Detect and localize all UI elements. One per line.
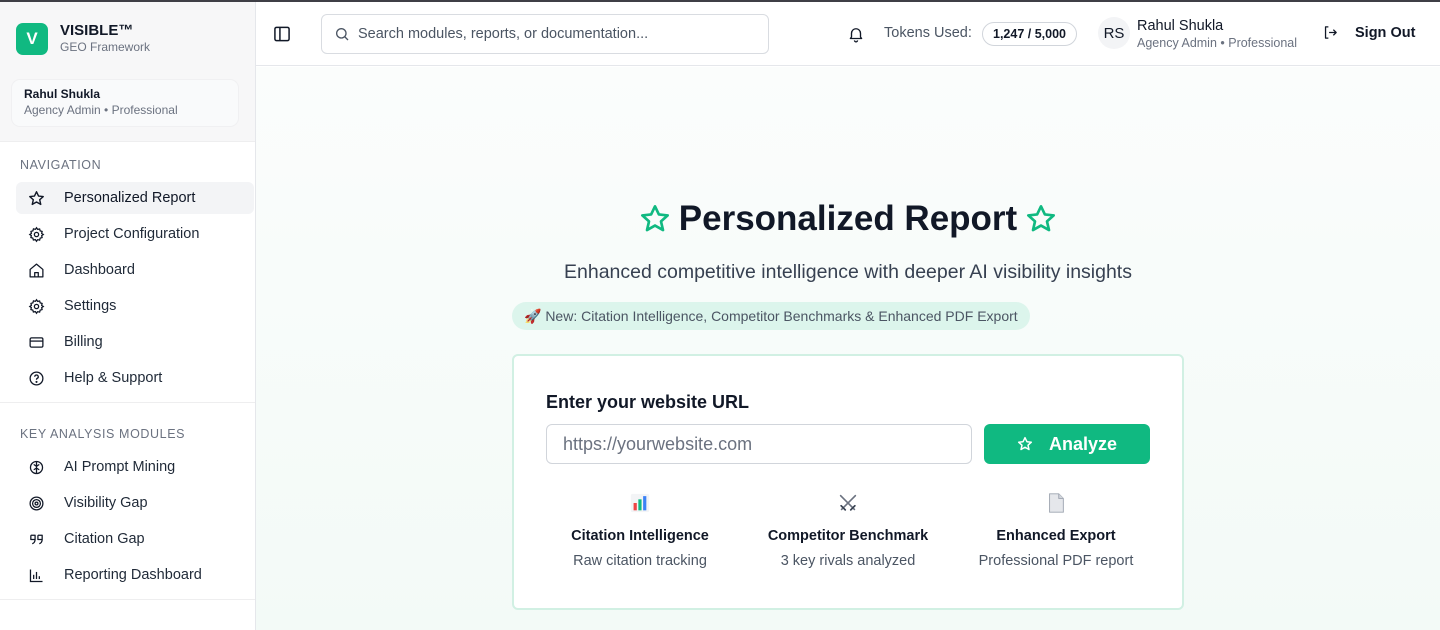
credit-card-icon: [26, 332, 46, 352]
bar-chart-icon: [26, 565, 46, 585]
bell-icon[interactable]: [847, 25, 865, 43]
feature-title: Citation Intelligence: [571, 528, 709, 544]
tokens-label: Tokens Used:: [884, 25, 972, 41]
feature-title: Competitor Benchmark: [767, 528, 929, 544]
sidebar-item-label: Project Configuration: [64, 226, 200, 242]
avatar[interactable]: RS: [1098, 17, 1130, 49]
sidebar-item-citation-gap[interactable]: Citation Gap: [16, 523, 254, 555]
sidebar-item-label: AI Prompt Mining: [64, 459, 176, 475]
sidebar-item-personalized-report[interactable]: Personalized Report: [16, 182, 254, 214]
feature-description: 3 key rivals analyzed: [780, 553, 916, 569]
sidebar-user-role: Agency Admin • Professional: [24, 103, 178, 117]
feature-description: Raw citation tracking: [573, 553, 707, 569]
sidebar-divider: [0, 599, 255, 600]
crossed-swords-icon: [748, 488, 948, 518]
search-input[interactable]: [358, 26, 758, 42]
top-header: Tokens Used: 1,247 / 5,000 RS Rahul Shuk…: [256, 2, 1440, 66]
feature-citation-intelligence: Citation Intelligence Raw citation track…: [540, 488, 740, 569]
sidebar: V VISIBLE™ GEO Framework Rahul Shukla Ag…: [0, 2, 256, 630]
star-icon: [1017, 436, 1033, 451]
star-icon: [640, 205, 669, 232]
modules-section-title: KEY ANALYSIS MODULES: [20, 427, 186, 441]
sidebar-item-settings[interactable]: Settings: [16, 290, 254, 322]
document-icon: [956, 488, 1156, 518]
sidebar-item-reporting-dashboard[interactable]: Reporting Dashboard: [16, 559, 254, 591]
sidebar-item-label: Visibility Gap: [64, 495, 148, 511]
page-subtitle: Enhanced competitive intelligence with d…: [564, 261, 1132, 283]
gear-icon: [26, 224, 46, 244]
header-user-name: Rahul Shukla: [1137, 18, 1224, 34]
sidebar-item-label: Personalized Report: [64, 190, 196, 206]
sidebar-item-visibility-gap[interactable]: Visibility Gap: [16, 487, 254, 519]
feature-enhanced-export: Enhanced Export Professional PDF report: [956, 488, 1156, 569]
sidebar-item-label: Dashboard: [64, 262, 135, 278]
search-icon: [334, 26, 350, 42]
sidebar-item-ai-prompt-mining[interactable]: AI Prompt Mining: [16, 451, 254, 483]
sidebar-item-label: Citation Gap: [64, 531, 145, 547]
sidebar-item-label: Reporting Dashboard: [64, 567, 202, 583]
brand-subtitle: GEO Framework: [60, 40, 151, 54]
gear-icon: [26, 296, 46, 316]
page-title-row: Personalized Report: [256, 199, 1440, 239]
search-box[interactable]: [321, 14, 769, 54]
brand-name: VISIBLE™: [60, 22, 134, 39]
sidebar-item-project-configuration[interactable]: Project Configuration: [16, 218, 254, 250]
sidebar-user-name: Rahul Shukla: [24, 87, 101, 101]
brain-icon: [26, 457, 46, 477]
brand[interactable]: V VISIBLE™ GEO Framework: [16, 22, 150, 55]
sidebar-item-label: Billing: [64, 334, 103, 350]
sign-out-button[interactable]: Sign Out: [1322, 24, 1415, 41]
sidebar-divider: [0, 402, 255, 403]
help-circle-icon: [26, 368, 46, 388]
tokens-badge: 1,247 / 5,000: [982, 22, 1077, 46]
url-form-label: Enter your website URL: [546, 392, 750, 412]
feature-competitor-benchmark: Competitor Benchmark 3 key rivals analyz…: [748, 488, 948, 569]
feature-title: Enhanced Export: [996, 528, 1116, 544]
star-icon: [1027, 205, 1056, 232]
star-icon: [26, 188, 46, 208]
sidebar-toggle-icon[interactable]: [272, 24, 292, 44]
sidebar-item-label: Help & Support: [64, 370, 163, 386]
sidebar-item-billing[interactable]: Billing: [16, 326, 254, 358]
url-form-card: Enter your website URL Analyze Citation …: [512, 354, 1184, 610]
quote-icon: [26, 529, 46, 549]
header-user-info: Rahul Shukla Agency Admin • Professional: [1137, 17, 1297, 51]
log-out-icon: [1324, 26, 1337, 39]
main-content: Personalized Report Enhanced competitive…: [256, 67, 1440, 630]
sidebar-item-dashboard[interactable]: Dashboard: [16, 254, 254, 286]
feature-description: Professional PDF report: [978, 553, 1134, 569]
sidebar-item-label: Settings: [64, 298, 117, 314]
analyze-button-label: Analyze: [1048, 433, 1118, 454]
new-features-badge: 🚀 New: Citation Intelligence, Competitor…: [512, 302, 1030, 330]
navigation-section-title: NAVIGATION: [20, 158, 102, 172]
bar-chart-emoji-icon: [540, 488, 740, 518]
sidebar-item-help-support[interactable]: Help & Support: [16, 362, 254, 394]
analyze-button[interactable]: Analyze: [984, 424, 1150, 464]
sign-out-label: Sign Out: [1355, 24, 1416, 41]
home-icon: [26, 260, 46, 280]
target-icon: [26, 493, 46, 513]
website-url-input[interactable]: [546, 424, 972, 464]
sidebar-user-card: Rahul Shukla Agency Admin • Professional: [12, 80, 238, 126]
header-user-role: Agency Admin • Professional: [1137, 36, 1298, 50]
page-title: Personalized Report: [678, 199, 1018, 238]
brand-logo: V: [16, 22, 48, 55]
